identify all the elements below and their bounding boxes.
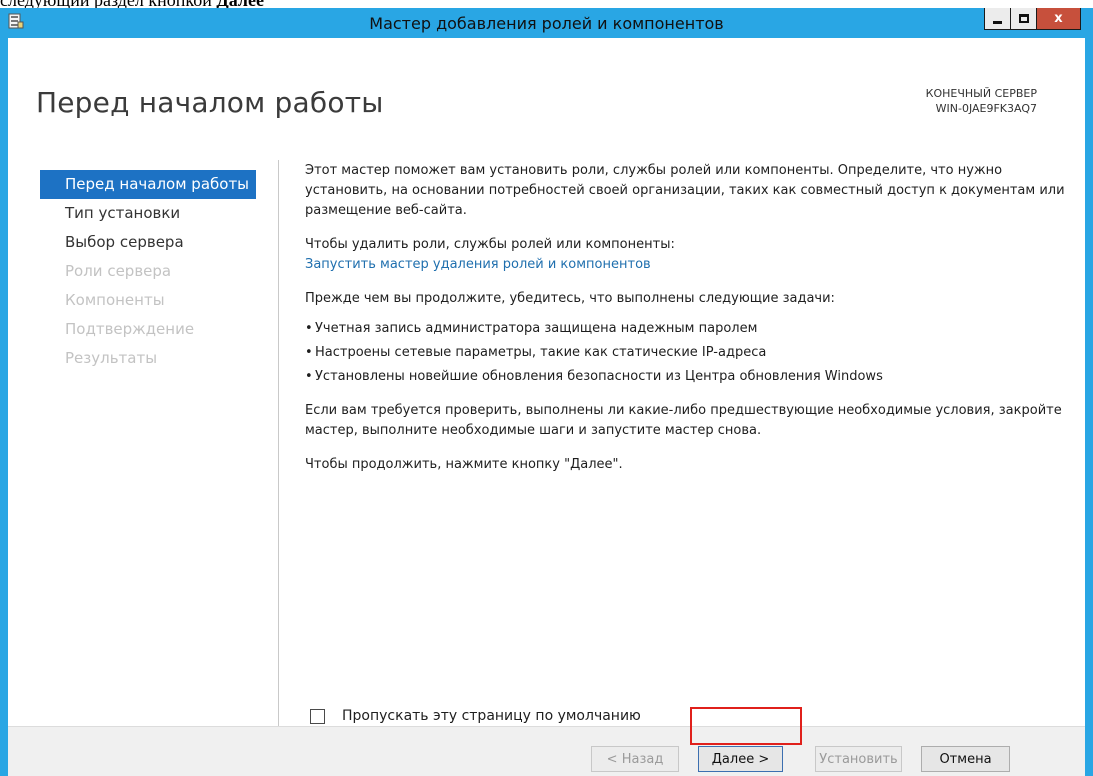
nav-step-4: Роли сервера [65,262,172,280]
intro-text: Этот мастер поможет вам установить роли,… [305,163,1065,218]
destination-server-name: WIN-0JAE9FK3AQ7 [935,102,1037,115]
prereq-text: Прежде чем вы продолжите, убедитесь, что… [305,291,835,306]
skip-page-option[interactable]: Пропускать эту страницу по умолчанию [310,708,641,724]
nav-step-6: Подтверждение [65,320,195,338]
prereq-item: Установлены новейшие обновления безопасн… [305,365,1075,389]
wizard-footer: < Назад Далее > Установить Отмена [8,726,1085,776]
prereq-item: Учетная запись администратора защищена н… [305,317,1075,341]
next-button-highlight [690,707,802,745]
maximize-icon [1018,14,1029,23]
nav-step-2[interactable]: Тип установки [40,199,256,228]
remove-roles-link[interactable]: Запустить мастер удаления ролей и компон… [305,257,651,272]
destination-server: КОНЕЧНЫЙ СЕРВЕР WIN-0JAE9FK3AQ7 [926,86,1037,116]
next-button[interactable]: Далее > [698,746,783,772]
skip-page-label[interactable]: Пропускать эту страницу по умолчанию [342,708,641,724]
destination-server-label: КОНЕЧНЫЙ СЕРВЕР [925,87,1037,100]
remove-roles-text: Чтобы удалить роли, службы ролей или ком… [305,237,675,252]
maximize-button[interactable] [1010,8,1037,30]
prereq-item: Настроены сетевые параметры, такие как с… [305,341,1075,365]
minimize-icon [993,21,1002,24]
skip-page-checkbox[interactable] [310,708,325,724]
nav-step-5: Компоненты [65,291,165,309]
prereq-list: Учетная запись администратора защищена н… [305,317,1075,389]
install-button[interactable]: Установить [815,746,902,772]
page-title: Перед началом работы [36,86,384,119]
minimize-button[interactable] [984,8,1011,30]
wizard-steps-nav: Перед началом работы Тип установки Выбор с… [40,170,256,373]
wizard-content: Этот мастер поможет вам установить роли,… [305,161,1075,489]
window-controls: x [984,8,1081,32]
close-button[interactable]: x [1036,8,1081,30]
verify-text: Если вам требуется проверить, выполнены … [305,403,1062,438]
nav-step-7: Результаты [65,349,158,367]
close-icon: x [1054,11,1063,26]
title-bar[interactable]: Мастер добавления ролей и компонентов x [0,8,1093,38]
continue-text: Чтобы продолжить, нажмите кнопку "Далее"… [305,457,623,472]
back-button[interactable]: < Назад [591,746,679,772]
nav-divider [278,160,279,740]
nav-step-1[interactable]: Перед началом работы [40,170,256,199]
cancel-button[interactable]: Отмена [921,746,1010,772]
window-title: Мастер добавления ролей и компонентов [369,14,724,33]
wizard-client-area: Перед началом работы КОНЕЧНЫЙ СЕРВЕР WIN… [8,38,1085,776]
wizard-window: Мастер добавления ролей и компонентов x … [0,8,1093,776]
nav-step-3[interactable]: Выбор сервера [40,228,256,257]
